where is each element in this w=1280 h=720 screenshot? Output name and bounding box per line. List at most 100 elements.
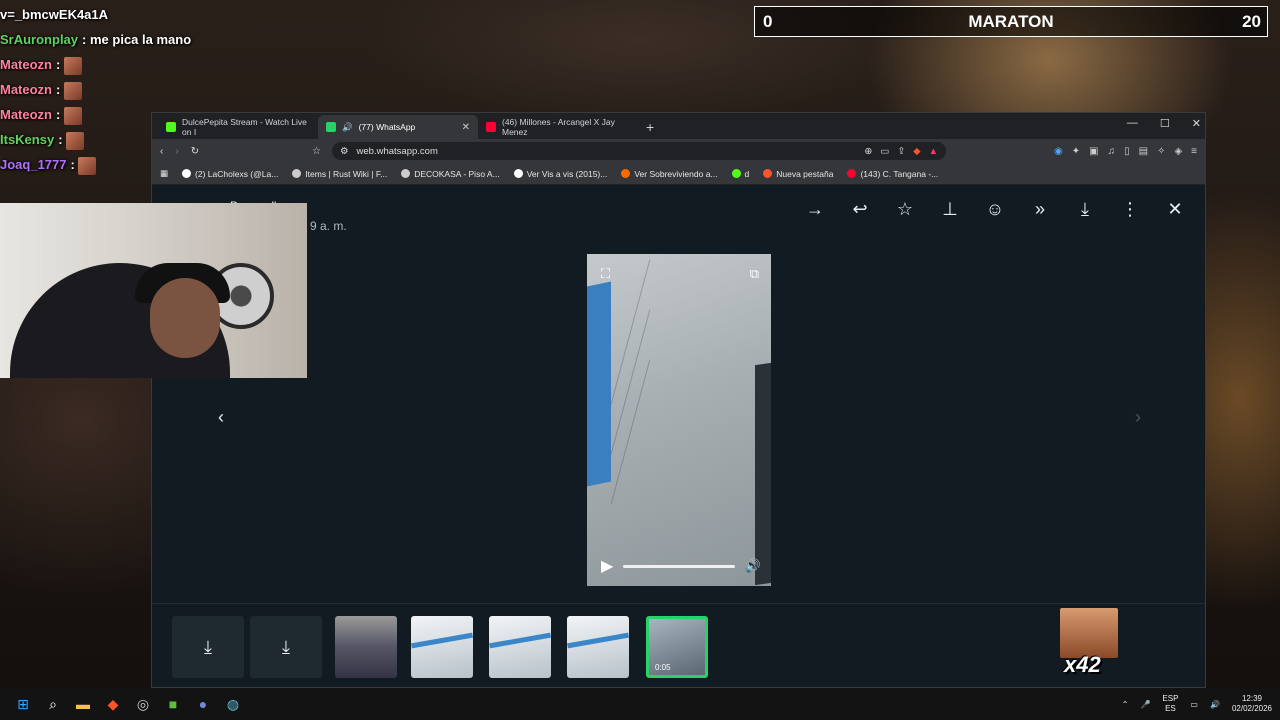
bookmark-item[interactable]: d: [731, 168, 750, 179]
brave-browser-icon[interactable]: ◆: [102, 693, 124, 715]
reply-icon[interactable]: ↩: [848, 199, 872, 220]
chat-separator: :: [56, 82, 61, 97]
media-thumbnail-strip: ⤓ ⤓ 0:05: [152, 603, 1205, 687]
site-info-icon[interactable]: ⚙: [340, 146, 349, 157]
chrome-icon[interactable]: ◎: [132, 693, 154, 715]
next-media-icon[interactable]: ›: [1135, 407, 1141, 428]
volume-icon[interactable]: 🔊: [1210, 700, 1220, 709]
network-icon[interactable]: ▭: [1190, 700, 1198, 709]
toolbar-extensions: ◉ ✦ ▣ ♫ ▯ ▤ ✧ ◈ ≡: [1054, 146, 1197, 157]
thumbnail-download[interactable]: ⤓: [250, 616, 322, 678]
bookmark-item[interactable]: Nueva pestaña: [763, 169, 833, 179]
forward-icon[interactable]: »: [1028, 199, 1052, 220]
tab-kick-stream[interactable]: DulcePepita Stream - Watch Live on I: [158, 115, 318, 139]
picture-in-picture-icon[interactable]: ⧉: [750, 266, 759, 282]
bookmark-item[interactable]: (2) LaCholexs (@La...: [182, 169, 278, 179]
volume-icon[interactable]: 🔊: [745, 558, 761, 574]
music-icon[interactable]: ♫: [1108, 146, 1116, 157]
chevron-up-icon[interactable]: ⌃: [1122, 700, 1129, 709]
thumbnail-image[interactable]: [335, 616, 397, 678]
video-player[interactable]: ⛶ ⧉ ▶ 🔊: [587, 254, 771, 586]
p-icon: [513, 169, 523, 178]
clock-date: 02/02/2026: [1231, 704, 1272, 713]
language-indicator[interactable]: ESP ES: [1162, 694, 1178, 714]
bookmark-icon[interactable]: ☆: [312, 146, 321, 157]
vpn-icon[interactable]: ◈: [1174, 146, 1182, 157]
extensions-icon[interactable]: ✦: [1072, 146, 1080, 157]
close-tab-icon[interactable]: ✕: [462, 122, 470, 133]
bookmark-item[interactable]: Ver Sobreviviendo a...: [621, 168, 718, 179]
minecraft-icon[interactable]: ■: [162, 693, 184, 715]
bookmark-label: Items | Rust Wiki | F...: [305, 168, 388, 179]
go-to-message-icon[interactable]: →: [803, 199, 827, 220]
close-window-icon[interactable]: ✕: [1192, 117, 1201, 130]
emote-combo: x42: [1060, 608, 1118, 678]
file-explorer-icon[interactable]: ▬: [72, 693, 94, 715]
discord-icon[interactable]: ●: [192, 693, 214, 715]
emote-image: [1060, 608, 1118, 658]
bookmark-label: Ver Vis a vis (2015)...: [526, 168, 608, 179]
video-duration: 0:05: [655, 663, 671, 672]
thumbnail-download[interactable]: ⤓: [172, 616, 244, 678]
bookmark-label: d: [744, 168, 750, 179]
leo-icon[interactable]: ✧: [1157, 146, 1165, 157]
tab-bar: DulcePepita Stream - Watch Live on I 🔊 (…: [152, 113, 1205, 139]
chat-message: Mateozn:: [0, 54, 300, 79]
globe-app-icon[interactable]: ◍: [222, 693, 244, 715]
pin-icon[interactable]: ⊥: [938, 199, 962, 220]
message-time: 9 a. m.: [310, 219, 347, 233]
thumbnail-image[interactable]: [567, 616, 629, 678]
reload-icon[interactable]: ↻: [191, 146, 199, 157]
more-options-icon[interactable]: ⋮: [1118, 199, 1142, 220]
bookmark-item[interactable]: Items | Rust Wiki | F...: [292, 169, 387, 179]
clock[interactable]: 12:39 02/02/2026: [1232, 694, 1272, 714]
bookmark-item[interactable]: (143) C. Tangana -...: [847, 169, 938, 179]
wallet-icon[interactable]: ▤: [1139, 146, 1148, 157]
cast-icon[interactable]: ▭: [880, 146, 889, 157]
star-icon[interactable]: ☆: [893, 199, 917, 220]
back-icon[interactable]: ‹: [160, 146, 163, 157]
site-icon: [621, 169, 631, 178]
search-icon[interactable]: ⌕: [42, 693, 64, 715]
play-icon[interactable]: ▶: [601, 556, 613, 576]
brave-rewards-icon[interactable]: ▲: [929, 146, 938, 157]
download-icon[interactable]: ⤓: [1073, 199, 1097, 220]
video-progress-bar[interactable]: [623, 564, 735, 568]
bookmark-label: Ver Sobreviviendo a...: [634, 168, 718, 179]
sidebar-icon[interactable]: ▯: [1124, 146, 1130, 157]
maximize-icon[interactable]: ☐: [1160, 117, 1170, 130]
minimize-icon[interactable]: —: [1127, 117, 1138, 130]
bookmarks-bar: ▦ (2) LaCholexs (@La... Items | Rust Wik…: [152, 163, 1205, 185]
thumbnail-video-active[interactable]: 0:05: [646, 616, 708, 678]
chat-username: SrAuronplay: [0, 32, 79, 47]
fullscreen-icon[interactable]: ⛶: [601, 266, 610, 282]
bookmark-item[interactable]: DECOKASA - Piso A...: [401, 169, 500, 179]
tab-whatsapp[interactable]: 🔊 (77) WhatsApp ✕: [318, 115, 478, 139]
close-viewer-icon[interactable]: ✕: [1163, 199, 1187, 220]
screenshot-icon[interactable]: ▣: [1089, 146, 1098, 157]
chat-message: SrAuronplay: me pica la mano: [0, 29, 300, 54]
address-bar[interactable]: ⚙ web.whatsapp.com ⊕ ▭ ⇪ ◆ ▲: [332, 142, 946, 160]
thumbnail-image[interactable]: [489, 616, 551, 678]
windows-start-icon[interactable]: ⊞: [12, 693, 34, 715]
system-tray: ⌃ 🎤 ESP ES ▭ 🔊 12:39 02/02/2026: [1122, 688, 1272, 720]
new-tab-button[interactable]: +: [638, 119, 662, 139]
share-icon[interactable]: ⇪: [897, 146, 905, 157]
thumbnail-image[interactable]: [411, 616, 473, 678]
microphone-icon[interactable]: 🎤: [1140, 700, 1150, 709]
audio-icon[interactable]: ◉: [1054, 146, 1063, 157]
window-controls: — ☐ ✕: [1127, 117, 1201, 130]
emoji-icon[interactable]: ☺: [983, 199, 1007, 220]
bookmark-label: (2) LaCholexs (@La...: [195, 168, 279, 179]
bookmark-item[interactable]: Ver Vis a vis (2015)...: [513, 168, 608, 179]
forward-icon[interactable]: ›: [175, 146, 178, 157]
brave-shields-icon[interactable]: ◆: [913, 146, 920, 157]
zoom-icon[interactable]: ⊕: [864, 146, 872, 157]
previous-media-icon[interactable]: ‹: [218, 407, 224, 428]
x-icon: [182, 169, 192, 178]
keyboard-layout: ES: [1165, 704, 1176, 713]
tab-youtube[interactable]: (46) Millones - Arcangel X Jay Menez: [478, 115, 638, 139]
clock-time: 12:39: [1241, 694, 1262, 703]
apps-grid-icon[interactable]: ▦: [160, 168, 168, 179]
menu-icon[interactable]: ≡: [1191, 146, 1197, 157]
